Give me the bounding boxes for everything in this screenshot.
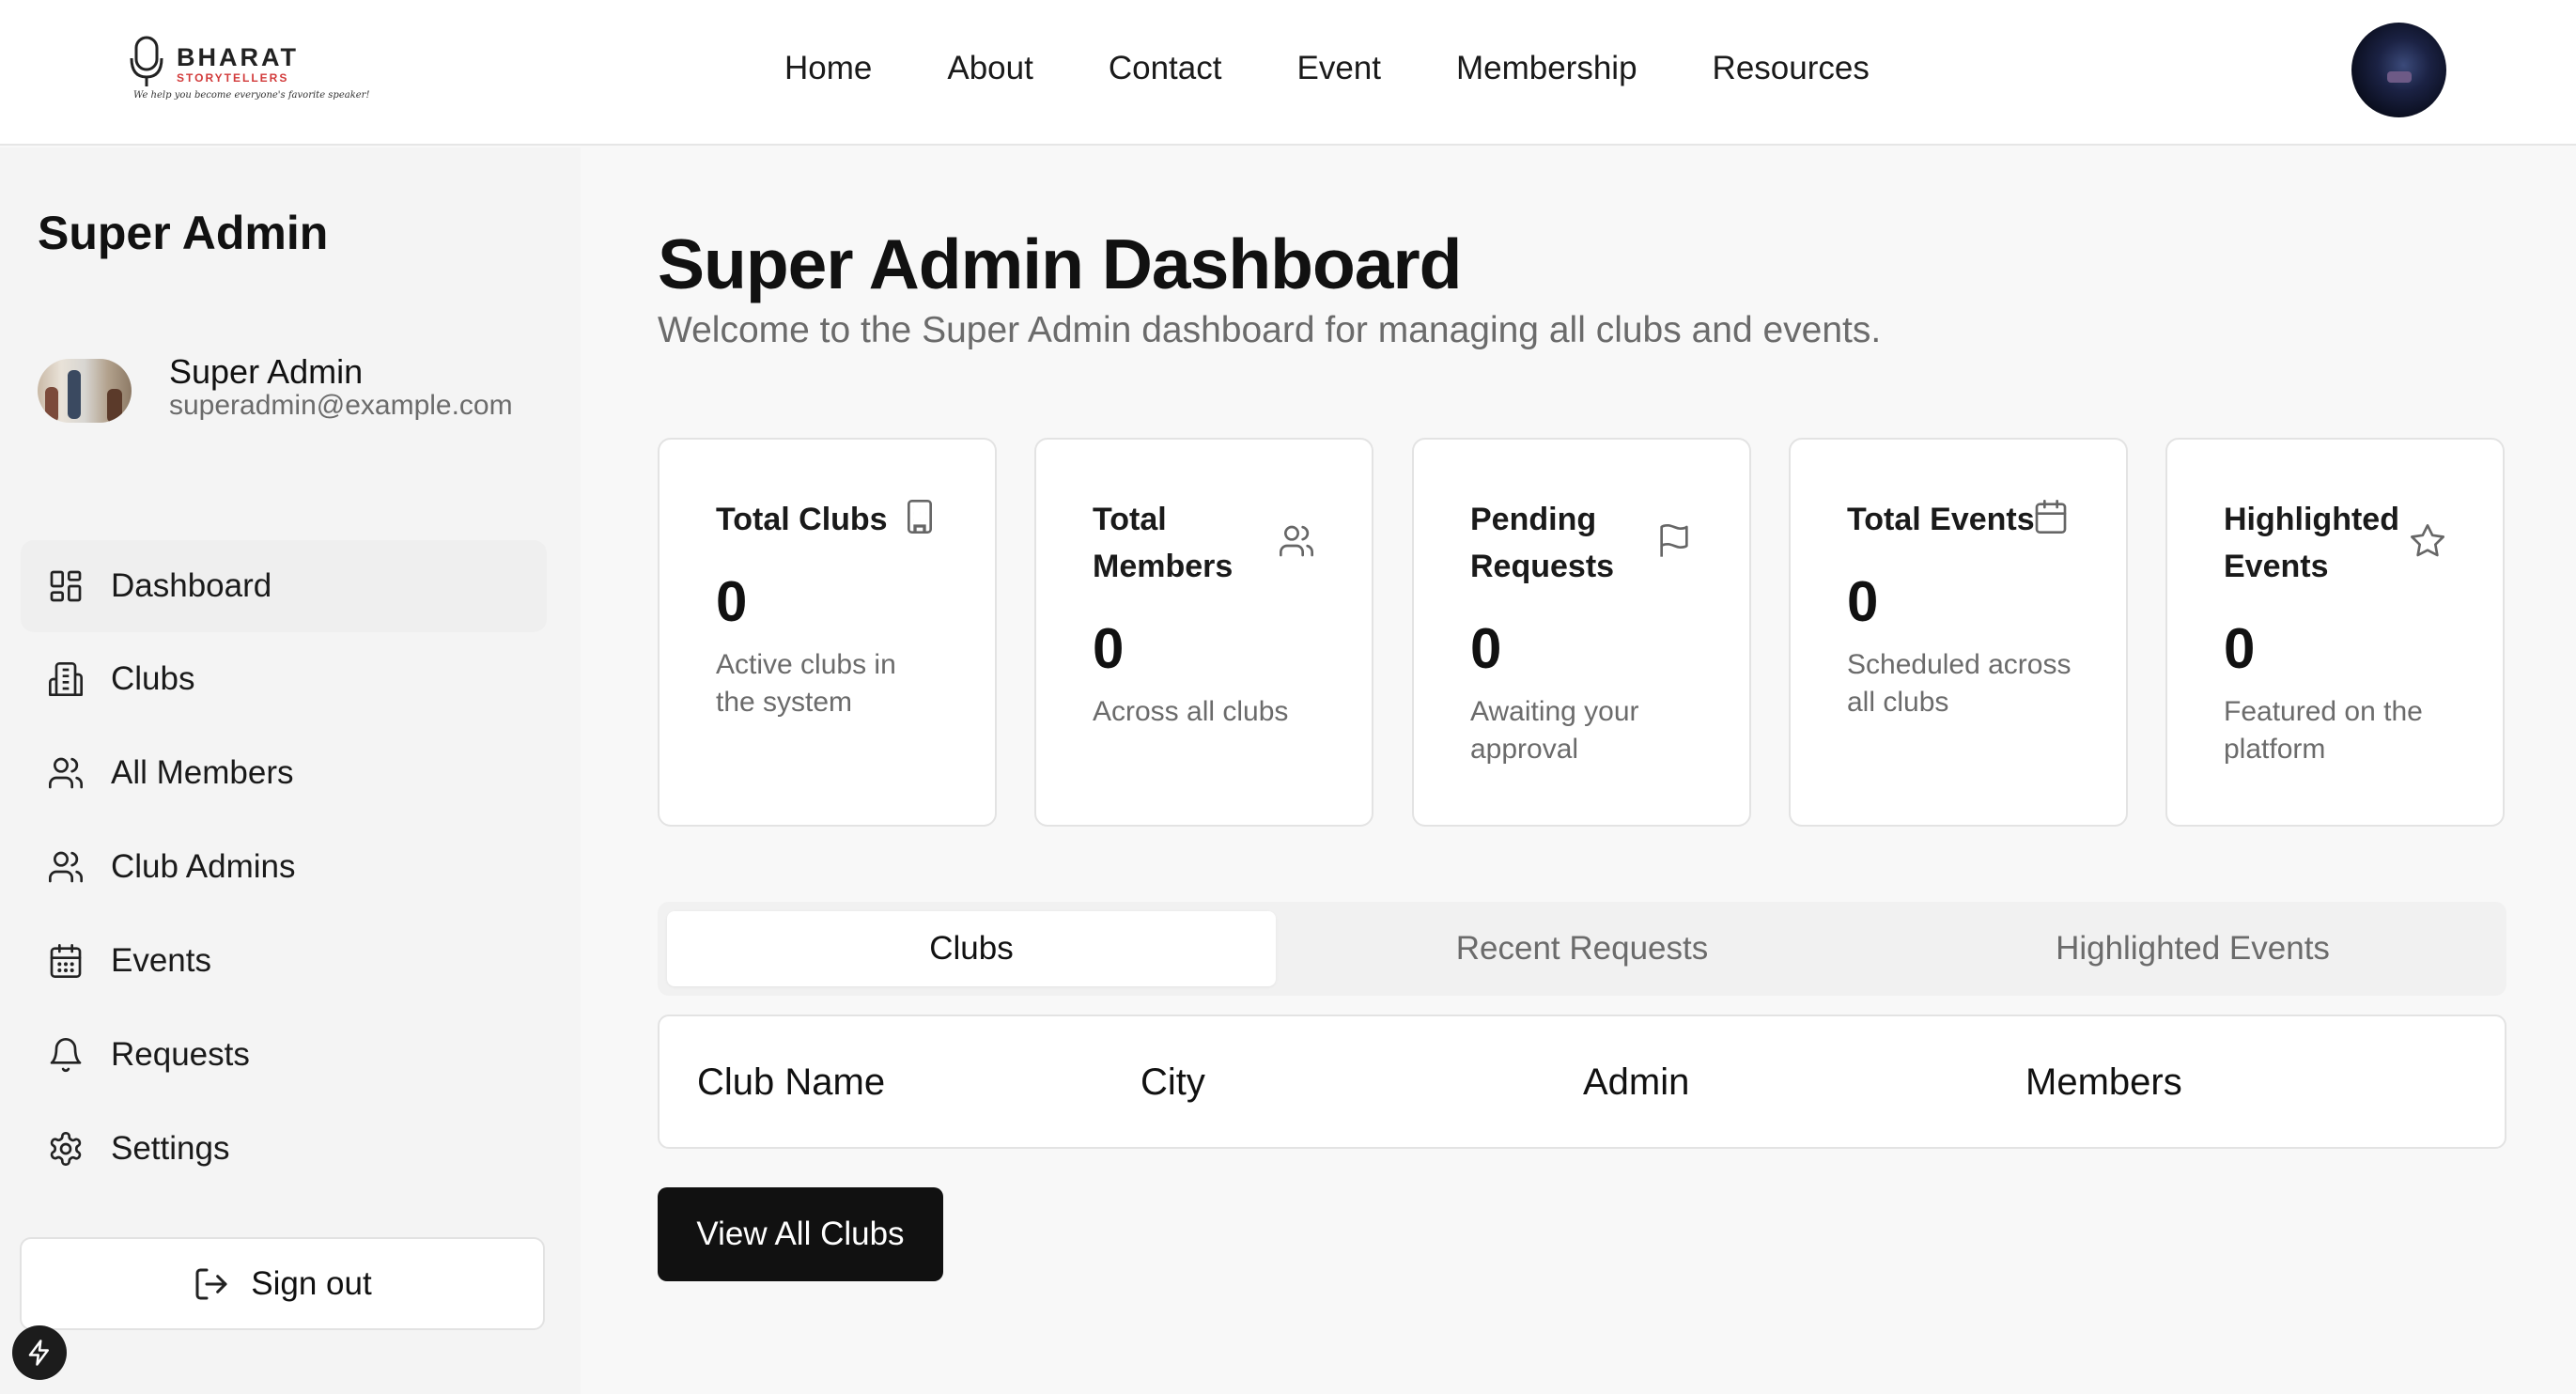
- sidebar-item-label: Requests: [111, 1036, 250, 1073]
- bell-icon: [50, 1038, 82, 1073]
- sidebar-item-events[interactable]: Events: [21, 914, 547, 1008]
- clubs-table: Club Name City Admin Members: [658, 1015, 2506, 1149]
- brand-logo[interactable]: BHARAT STORYTELLERS We help you become e…: [128, 36, 369, 107]
- card-title: Total Clubs: [716, 502, 888, 537]
- gear-icon: [50, 1132, 82, 1166]
- tab-clubs[interactable]: Clubs: [667, 911, 1276, 986]
- stat-card-highlighted-events: Highlighted Events 0 Featured on the pla…: [2165, 438, 2505, 827]
- card-value: 0: [1847, 570, 1879, 633]
- card-description: Active clubs in the system: [716, 649, 896, 718]
- card-value: 0: [2224, 617, 2256, 680]
- brand-name: BHARAT: [177, 43, 299, 71]
- sign-out-button[interactable]: Sign out: [20, 1237, 545, 1330]
- sidebar-item-club-admins[interactable]: Club Admins: [21, 820, 547, 914]
- top-navbar: BHARAT STORYTELLERS We help you become e…: [0, 0, 2576, 146]
- card-value: 0: [716, 570, 748, 633]
- sidebar-item-label: Settings: [111, 1130, 230, 1167]
- sidebar: Super Admin Super Admin superadmin@examp…: [0, 147, 581, 1394]
- sidebar-menu: Dashboard Clubs All Members Club Admins: [21, 540, 547, 1196]
- profile-email: superadmin@example.com: [169, 390, 513, 421]
- nav-resources[interactable]: Resources: [1713, 49, 1870, 88]
- lightning-icon: [28, 1340, 49, 1366]
- view-all-clubs-button[interactable]: View All Clubs: [658, 1187, 943, 1281]
- column-header-admin[interactable]: Admin: [1583, 1061, 1689, 1104]
- sign-out-label: Sign out: [251, 1264, 372, 1302]
- users-icon: [49, 851, 84, 883]
- nav-about[interactable]: About: [947, 49, 1032, 88]
- dashboard-icon: [50, 570, 82, 602]
- calendar-icon: [2035, 500, 2067, 534]
- stat-card-pending-requests: Pending Requests 0 Awaiting your approva…: [1412, 438, 1751, 827]
- stat-card-total-events: Total Events 0 Scheduled across all club…: [1789, 438, 2128, 827]
- brand-sub: STORYTELLERS: [177, 71, 289, 85]
- card-description: Featured on the platform: [2224, 696, 2423, 765]
- building-icon: [49, 662, 83, 696]
- tab-recent-requests[interactable]: Recent Requests: [1278, 911, 1886, 986]
- column-header-city[interactable]: City: [1141, 1061, 1205, 1104]
- profile-name: Super Admin: [169, 352, 364, 391]
- stat-card-total-members: Total Members 0 Across all clubs: [1034, 438, 1373, 827]
- user-avatar[interactable]: [2351, 23, 2446, 117]
- sidebar-item-dashboard[interactable]: Dashboard: [21, 540, 547, 632]
- main-nav: Home About Contact Event Membership Reso…: [784, 49, 1870, 88]
- card-title: Total Members: [1093, 502, 1234, 584]
- log-out-icon: [195, 1268, 227, 1299]
- devtools-toggle-button[interactable]: [12, 1325, 67, 1380]
- nav-home[interactable]: Home: [784, 49, 872, 88]
- nav-contact[interactable]: Contact: [1109, 49, 1222, 88]
- star-icon: [2411, 524, 2444, 557]
- dashboard-tabs: Clubs Recent Requests Highlighted Events: [658, 902, 2506, 996]
- sidebar-item-label: Clubs: [111, 660, 195, 697]
- sidebar-item-label: Club Admins: [111, 848, 296, 885]
- sidebar-item-all-members[interactable]: All Members: [21, 726, 547, 820]
- sidebar-item-label: Dashboard: [111, 567, 272, 604]
- tab-highlighted-events[interactable]: Highlighted Events: [1888, 911, 2497, 986]
- card-description: Awaiting your approval: [1470, 696, 1639, 765]
- card-value: 0: [1093, 617, 1125, 680]
- sidebar-item-clubs[interactable]: Clubs: [21, 632, 547, 726]
- card-title: Pending Requests: [1470, 502, 1615, 584]
- sidebar-item-label: Events: [111, 942, 211, 979]
- column-header-club-name[interactable]: Club Name: [697, 1061, 885, 1104]
- card-description: Across all clubs: [1093, 696, 1289, 727]
- nav-membership[interactable]: Membership: [1456, 49, 1637, 88]
- sidebar-item-settings[interactable]: Settings: [21, 1102, 547, 1196]
- page-subtitle: Welcome to the Super Admin dashboard for…: [658, 310, 1882, 350]
- brand-tagline: We help you become everyone's favorite s…: [133, 90, 370, 101]
- nav-event[interactable]: Event: [1296, 49, 1381, 88]
- users-icon: [1280, 525, 1314, 557]
- page-title: Super Admin Dashboard: [658, 225, 1462, 303]
- calendar-icon: [50, 944, 82, 978]
- sidebar-item-requests[interactable]: Requests: [21, 1008, 547, 1102]
- microphone-icon: [130, 36, 163, 86]
- card-value: 0: [1470, 617, 1502, 680]
- sidebar-title: Super Admin: [38, 207, 329, 259]
- flag-icon: [1660, 524, 1688, 557]
- stat-card-total-clubs: Total Clubs 0 Active clubs in the system: [658, 438, 997, 827]
- users-icon: [49, 757, 84, 789]
- card-description: Scheduled across all clubs: [1847, 649, 2072, 718]
- column-header-members[interactable]: Members: [2025, 1061, 2182, 1104]
- sidebar-item-label: All Members: [111, 754, 294, 791]
- card-title: Highlighted Events: [2224, 502, 2399, 584]
- building-icon: [908, 500, 932, 534]
- profile-avatar: [38, 359, 132, 423]
